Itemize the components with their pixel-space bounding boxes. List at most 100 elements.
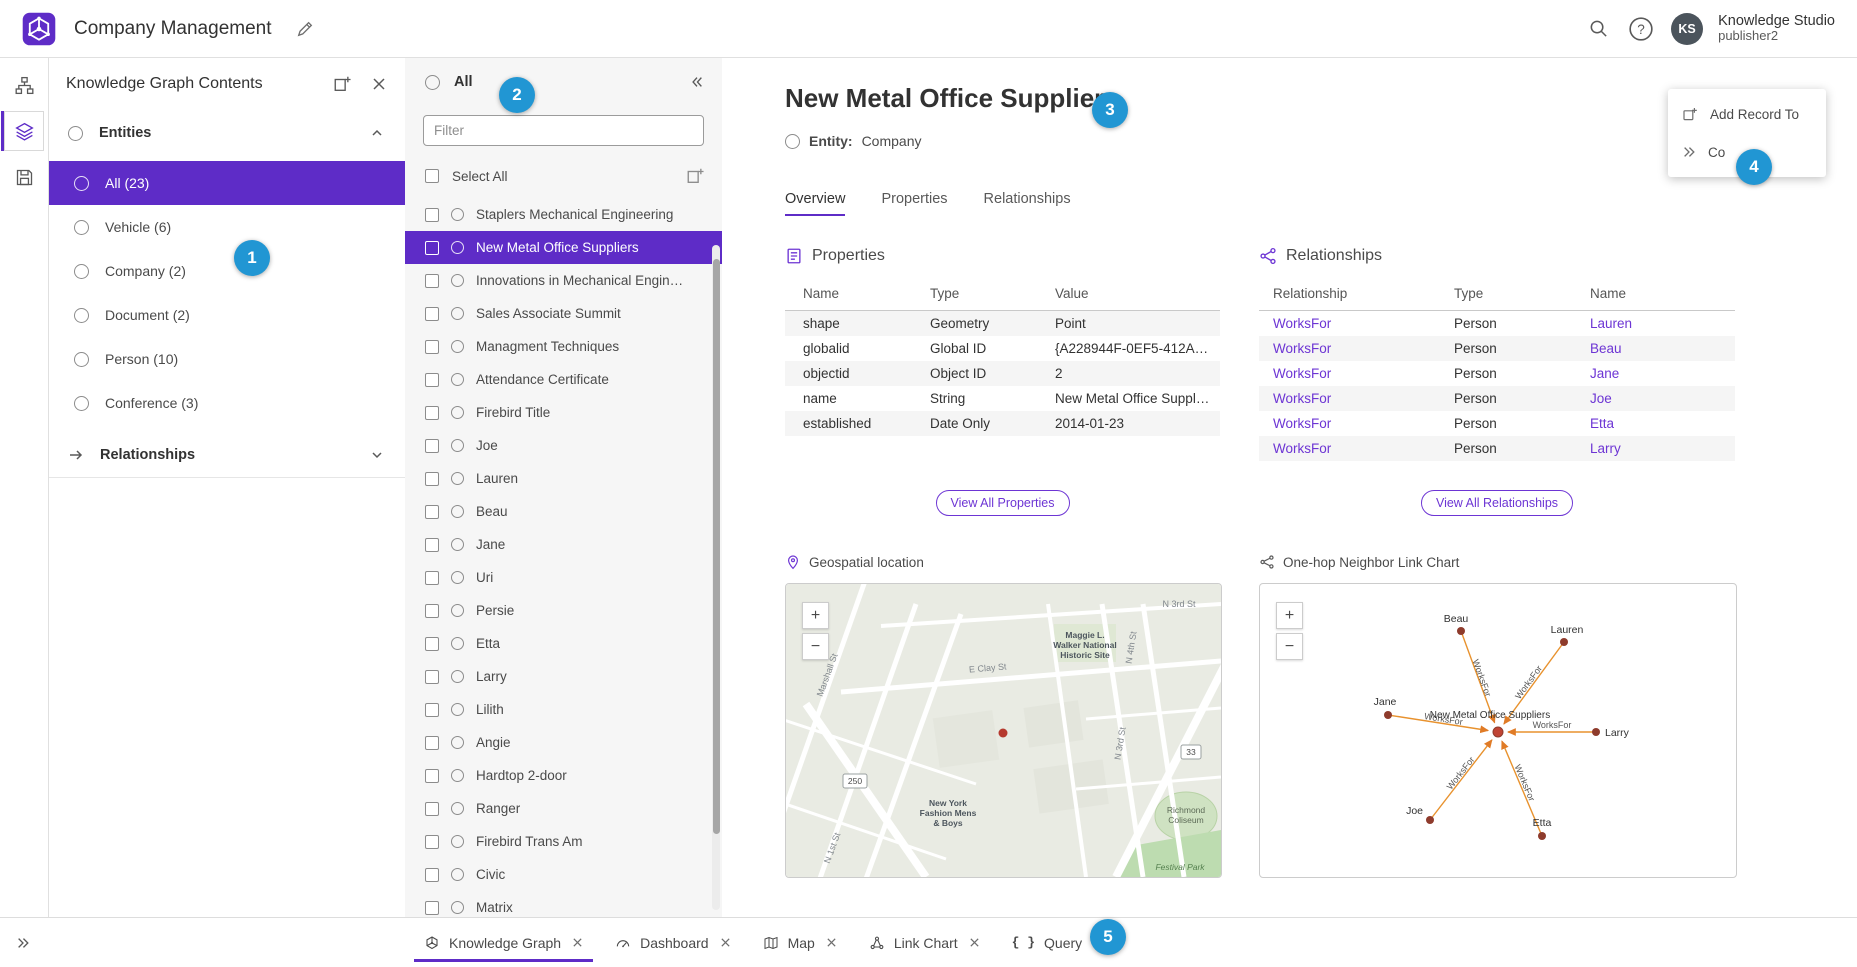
link-chart-widget[interactable]: WorksFor WorksFor WorksFor WorksFor Work… bbox=[1259, 583, 1737, 878]
item-checkbox[interactable] bbox=[425, 802, 439, 816]
item-checkbox[interactable] bbox=[425, 505, 439, 519]
graph-node[interactable] bbox=[1384, 711, 1392, 719]
zoom-out-button[interactable]: − bbox=[1276, 633, 1303, 660]
entity-filter-item[interactable]: All (23) bbox=[48, 161, 405, 205]
all-radio-icon[interactable] bbox=[425, 75, 440, 90]
entity-list-item[interactable]: Hardtop 2-door bbox=[405, 759, 722, 792]
entities-section-header[interactable]: Entities bbox=[48, 111, 405, 155]
tab-properties[interactable]: Properties bbox=[881, 191, 947, 216]
item-checkbox[interactable] bbox=[425, 472, 439, 486]
entity-list-item[interactable]: Joe bbox=[405, 429, 722, 462]
entity-list-item[interactable]: Sales Associate Summit bbox=[405, 297, 722, 330]
relationship-type-link[interactable]: WorksFor bbox=[1259, 311, 1454, 337]
collapse-panel-icon[interactable] bbox=[688, 73, 706, 91]
relationship-type-link[interactable]: WorksFor bbox=[1259, 336, 1454, 361]
entity-filter-item[interactable]: Company (2) bbox=[48, 249, 405, 293]
entity-list-item[interactable]: Matrix bbox=[405, 891, 722, 918]
entity-list-item[interactable]: Larry bbox=[405, 660, 722, 693]
map-marker[interactable] bbox=[999, 729, 1008, 738]
entity-list-item[interactable]: Innovations in Mechanical Engin… bbox=[405, 264, 722, 297]
entity-list-item[interactable]: Beau bbox=[405, 495, 722, 528]
edit-title-icon[interactable] bbox=[294, 18, 316, 40]
related-entity-link[interactable]: Larry bbox=[1590, 436, 1735, 461]
view-all-properties-button[interactable]: View All Properties bbox=[936, 490, 1070, 516]
item-checkbox[interactable] bbox=[425, 241, 439, 255]
entity-list-item[interactable]: Persie bbox=[405, 594, 722, 627]
relationships-section-header[interactable]: Relationships bbox=[48, 433, 405, 478]
item-checkbox[interactable] bbox=[425, 901, 439, 915]
entity-list-item[interactable]: Uri bbox=[405, 561, 722, 594]
menu-item-add-record-to[interactable]: Add Record To bbox=[1668, 95, 1826, 133]
help-icon[interactable]: ? bbox=[1626, 14, 1656, 44]
close-tab-icon[interactable] bbox=[720, 937, 731, 948]
related-entity-link[interactable]: Etta bbox=[1590, 411, 1735, 436]
entity-filter-item[interactable]: Vehicle (6) bbox=[48, 205, 405, 249]
search-icon[interactable] bbox=[1586, 16, 1611, 41]
close-tab-icon[interactable] bbox=[572, 937, 583, 948]
item-checkbox[interactable] bbox=[425, 340, 439, 354]
entity-filter-item[interactable]: Conference (3) bbox=[48, 381, 405, 425]
entity-list-item[interactable]: Firebird Trans Am bbox=[405, 825, 722, 858]
tab-overview[interactable]: Overview bbox=[785, 191, 845, 216]
avatar[interactable]: KS bbox=[1671, 13, 1703, 45]
item-checkbox[interactable] bbox=[425, 835, 439, 849]
item-checkbox[interactable] bbox=[425, 571, 439, 585]
map-canvas[interactable]: 33 250 N 3rd St E Clay St N 4th St N 3rd… bbox=[786, 584, 1221, 877]
tab-link-chart[interactable]: Link Chart bbox=[853, 918, 996, 967]
layers-icon[interactable] bbox=[4, 111, 44, 151]
graph-center-node[interactable] bbox=[1493, 727, 1503, 737]
close-tab-icon[interactable] bbox=[826, 937, 837, 948]
graph-node[interactable] bbox=[1426, 816, 1434, 824]
item-checkbox[interactable] bbox=[425, 538, 439, 552]
tab-relationships[interactable]: Relationships bbox=[984, 191, 1071, 216]
item-checkbox[interactable] bbox=[425, 373, 439, 387]
zoom-in-button[interactable]: + bbox=[802, 602, 829, 629]
filter-input[interactable] bbox=[423, 115, 704, 146]
graph-node[interactable] bbox=[1457, 627, 1465, 635]
scrollbar[interactable] bbox=[712, 245, 720, 910]
item-checkbox[interactable] bbox=[425, 274, 439, 288]
entity-list-item[interactable]: Etta bbox=[405, 627, 722, 660]
relationship-type-link[interactable]: WorksFor bbox=[1259, 361, 1454, 386]
entity-list-item[interactable]: Lauren bbox=[405, 462, 722, 495]
entity-list-item[interactable]: Firebird Title bbox=[405, 396, 722, 429]
entity-list-item[interactable]: Angie bbox=[405, 726, 722, 759]
select-all-checkbox[interactable] bbox=[425, 169, 439, 183]
item-checkbox[interactable] bbox=[425, 868, 439, 882]
item-checkbox[interactable] bbox=[425, 604, 439, 618]
item-checkbox[interactable] bbox=[425, 736, 439, 750]
map-widget[interactable]: 33 250 N 3rd St E Clay St N 4th St N 3rd… bbox=[785, 583, 1222, 878]
item-checkbox[interactable] bbox=[425, 406, 439, 420]
scrollbar-thumb[interactable] bbox=[713, 259, 720, 834]
related-entity-link[interactable]: Lauren bbox=[1590, 311, 1735, 337]
entity-list-item[interactable]: Attendance Certificate bbox=[405, 363, 722, 396]
tab-dashboard[interactable]: Dashboard bbox=[599, 918, 747, 967]
add-card-icon[interactable] bbox=[331, 73, 353, 95]
item-checkbox[interactable] bbox=[425, 670, 439, 684]
relationship-type-link[interactable]: WorksFor bbox=[1259, 386, 1454, 411]
entity-list-item[interactable]: New Metal Office Suppliers bbox=[405, 231, 722, 264]
entity-filter-item[interactable]: Document (2) bbox=[48, 293, 405, 337]
graph-node[interactable] bbox=[1592, 728, 1600, 736]
item-checkbox[interactable] bbox=[425, 307, 439, 321]
expand-double-chevron-icon[interactable] bbox=[14, 934, 32, 952]
link-chart-canvas[interactable]: WorksFor WorksFor WorksFor WorksFor Work… bbox=[1260, 584, 1736, 877]
related-entity-link[interactable]: Jane bbox=[1590, 361, 1735, 386]
related-entity-link[interactable]: Joe bbox=[1590, 386, 1735, 411]
zoom-out-button[interactable]: − bbox=[802, 633, 829, 660]
add-selection-icon[interactable] bbox=[684, 165, 706, 187]
relationship-type-link[interactable]: WorksFor bbox=[1259, 436, 1454, 461]
graph-node[interactable] bbox=[1560, 638, 1568, 646]
entity-list-item[interactable]: Civic bbox=[405, 858, 722, 891]
graph-node[interactable] bbox=[1538, 832, 1546, 840]
related-entity-link[interactable]: Beau bbox=[1590, 336, 1735, 361]
item-checkbox[interactable] bbox=[425, 703, 439, 717]
entity-list-item[interactable]: Ranger bbox=[405, 792, 722, 825]
close-tab-icon[interactable] bbox=[969, 937, 980, 948]
entity-filter-item[interactable]: Person (10) bbox=[48, 337, 405, 381]
relationship-type-link[interactable]: WorksFor bbox=[1259, 411, 1454, 436]
close-panel-icon[interactable] bbox=[369, 74, 389, 94]
entity-list-item[interactable]: Lilith bbox=[405, 693, 722, 726]
view-all-relationships-button[interactable]: View All Relationships bbox=[1421, 490, 1573, 516]
entity-list-item[interactable]: Jane bbox=[405, 528, 722, 561]
